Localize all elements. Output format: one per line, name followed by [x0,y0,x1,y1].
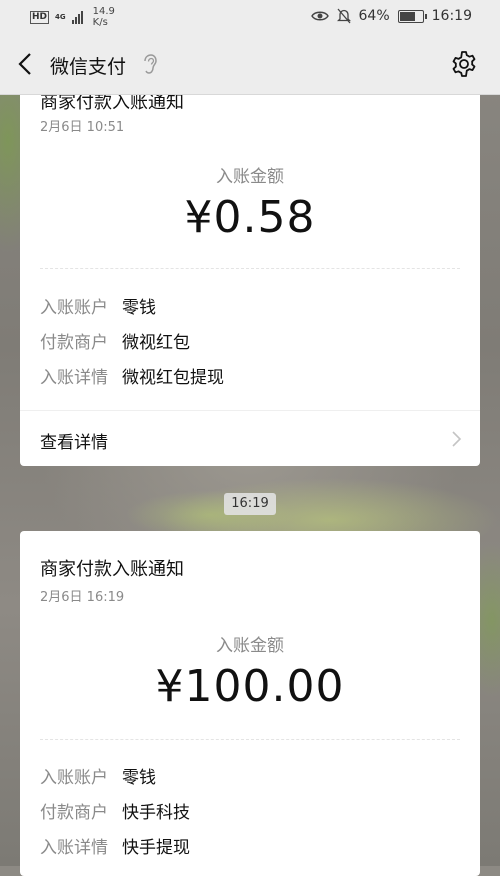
signal-strength-icon [71,10,83,24]
card-date: 2月6日 10:51 [40,120,125,135]
eye-comfort-icon [310,11,329,21]
detail-row-merchant: 付款商户 快手科技 [40,798,190,823]
settings-gear-icon[interactable] [450,50,478,78]
row-key: 付款商户 [40,803,108,823]
row-value: 微视红包 [122,333,190,353]
ear-icon [144,54,157,74]
page-title: 微信支付 [50,56,127,78]
mute-bell-icon [336,8,351,24]
network-type: 4G [55,13,66,21]
detail-row-account: 入账账户 零钱 [40,293,156,318]
card-date: 2月6日 16:19 [40,590,125,605]
speed-unit: K/s [92,17,108,28]
network-indicators: HD 4G 14.9 K/s [30,6,115,28]
payment-notification-card[interactable]: 商家付款入账通知 2月6日 16:19 入账金额 ¥100.00 入账账户 零钱… [20,531,480,876]
chevron-right-icon [452,431,462,447]
dashed-divider [40,739,460,740]
system-indicators: 64% 16:19 [310,8,472,24]
detail-row-details: 入账详情 微视红包提现 [40,363,224,388]
row-key: 入账账户 [40,768,108,788]
divider [20,410,480,411]
speed-value: 14.9 [92,6,115,17]
battery-icon [397,9,427,23]
row-value: 快手提现 [122,838,190,858]
detail-row-merchant: 付款商户 微视红包 [40,328,190,353]
row-key: 付款商户 [40,333,108,353]
card-title: 商家付款入账通知 [40,559,184,580]
view-details-link[interactable]: 查看详情 [40,428,108,453]
amount-value: ¥100.00 [155,661,345,712]
row-key: 入账账户 [40,298,108,318]
amount-label: 入账金额 [216,167,284,187]
navigation-bar: 微信支付 [0,34,500,95]
row-key: 入账详情 [40,838,108,858]
back-arrow-icon[interactable] [14,50,38,78]
row-value: 快手科技 [122,803,190,823]
payment-notification-card[interactable]: 商家付款入账通知 2月6日 10:51 入账金额 ¥0.58 入账账户 零钱 付… [20,80,480,466]
status-bar: HD 4G 14.9 K/s 64% 16:19 [0,0,500,34]
row-key: 入账详情 [40,368,108,388]
amount-value: ¥0.58 [184,192,316,243]
detail-row-details: 入账详情 快手提现 [40,833,190,858]
battery-percent: 64% [358,8,390,24]
row-value: 微视红包提现 [122,368,224,388]
row-value: 零钱 [122,768,156,788]
clock: 16:19 [431,8,472,24]
dashed-divider [40,268,460,269]
amount-label: 入账金额 [216,636,284,656]
time-divider: 16:19 [224,493,276,515]
network-speed: 14.9 K/s [93,6,115,28]
detail-row-account: 入账账户 零钱 [40,763,156,788]
hd-indicator: HD [30,10,50,24]
row-value: 零钱 [122,298,156,318]
